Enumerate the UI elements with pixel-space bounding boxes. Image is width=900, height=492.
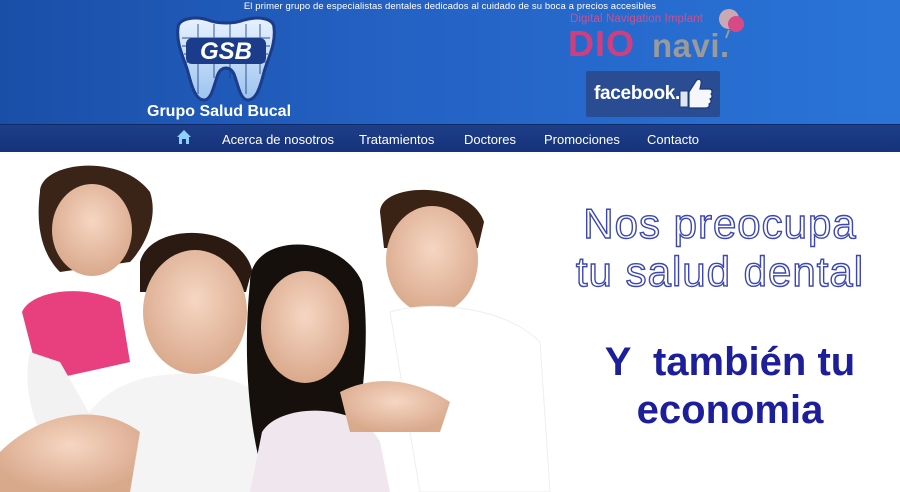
tagline: El primer grupo de especialistas dentale… [243,1,657,12]
hero-headline-line2: tu salud dental [575,247,865,295]
site-header: El primer grupo de especialistas dentale… [0,0,900,124]
nav-item-tratamientos[interactable]: Tratamientos [359,132,434,147]
nav-item-contacto[interactable]: Contacto [647,132,699,147]
gsb-tooth-logo[interactable]: GSB [168,14,284,102]
hero-subheadline-line2: economia [636,388,824,432]
hero-headline: Nos preocupa tu salud dental [540,199,900,296]
hero-banner: Nos preocupa tu salud dental Y también t… [0,152,900,492]
dio-logo-text[interactable]: DIO [568,24,635,64]
family-photo [0,165,551,492]
nav-item-doctores[interactable]: Doctores [464,132,516,147]
main-nav: Acerca de nosotros Tratamientos Doctores… [0,124,900,152]
brand-name: Grupo Salud Bucal [147,103,292,120]
gsb-logo-text: GSB [200,38,252,65]
facebook-button[interactable]: facebook. [586,71,720,117]
hero-headline-line1: Nos preocupa [583,199,857,247]
home-icon[interactable] [176,129,192,145]
dio-map-pin-icon [719,9,744,39]
hero-subheadline: Y también tu economia [540,338,900,434]
hero-subheadline-line1: Y también tu [604,340,856,384]
thumbs-up-icon [679,78,713,109]
nav-item-promociones[interactable]: Promociones [544,132,620,147]
nav-item-acerca[interactable]: Acerca de nosotros [222,132,334,147]
facebook-label: facebook. [594,83,680,104]
